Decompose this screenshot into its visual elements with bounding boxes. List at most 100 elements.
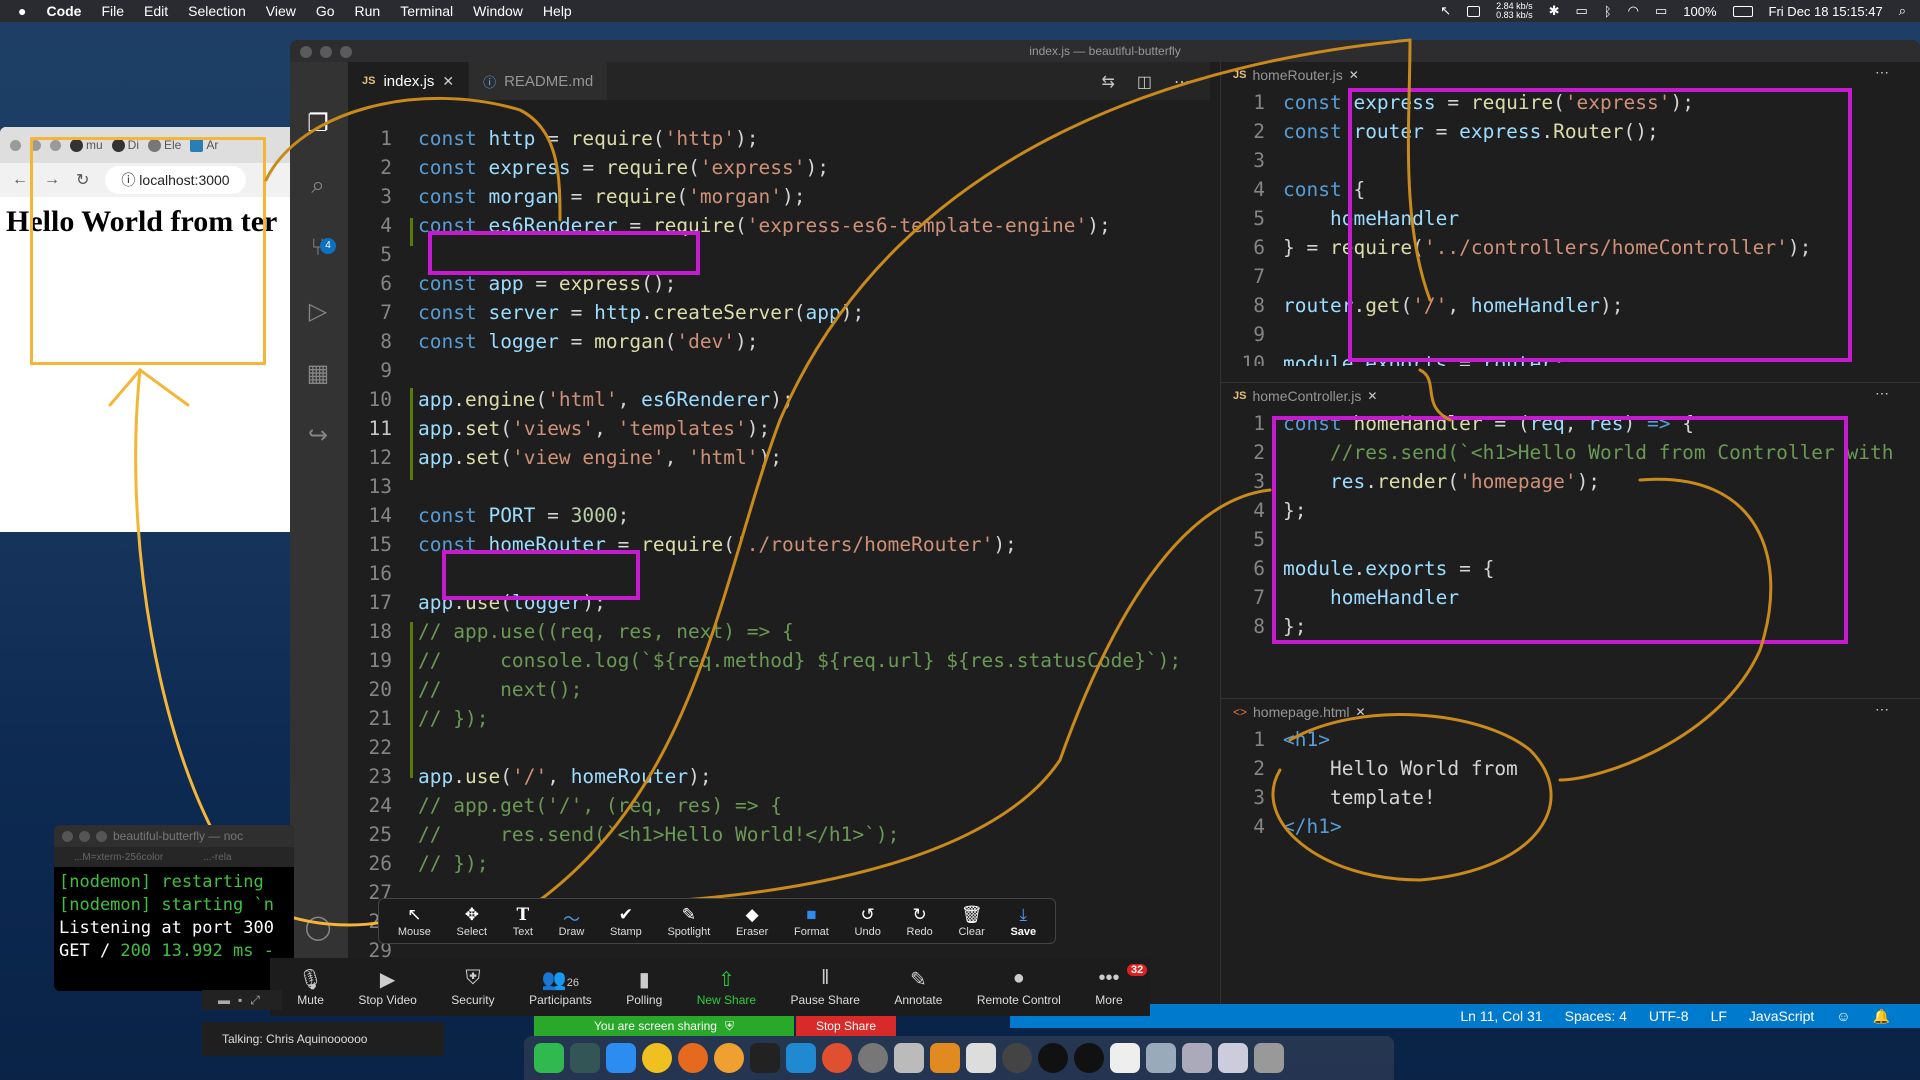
run-debug-icon[interactable]: ▷ [304, 298, 332, 326]
menu-window[interactable]: Window [473, 3, 523, 19]
more-actions-icon[interactable]: ⋯ [1875, 64, 1889, 81]
system-preferences-icon[interactable] [858, 1043, 888, 1073]
cursor-position[interactable]: Ln 11, Col 31 [1460, 1008, 1542, 1024]
extensions-icon[interactable]: ▦ [304, 360, 332, 388]
folder-icon[interactable] [1146, 1043, 1176, 1073]
cursor-icon[interactable]: ↖ [1440, 3, 1451, 19]
close-icon[interactable]: ✕ [1367, 389, 1377, 403]
code-line[interactable]: 7 const server = http.createServer(app); [348, 298, 1210, 327]
piano-app-icon[interactable] [966, 1043, 996, 1073]
menu-edit[interactable]: Edit [144, 3, 168, 19]
more-button[interactable]: ••• More [1095, 967, 1122, 1007]
terminal-tab[interactable]: ...-rela [203, 852, 231, 863]
code-line[interactable]: 9 [348, 356, 1210, 385]
airplay-icon[interactable]: ▭ [1655, 3, 1667, 19]
remote-control-button[interactable]: ● Remote Control [977, 967, 1061, 1007]
annotate-button[interactable]: ✎ Annotate [894, 967, 942, 1007]
notifications-icon[interactable]: 🔔 [1873, 1008, 1890, 1025]
language-mode[interactable]: JavaScript [1749, 1008, 1814, 1024]
terminal-output[interactable]: [nodemon] restarting [nodemon] starting `… [54, 867, 294, 963]
code-line[interactable]: 11 app.set('views', 'templates'); [348, 414, 1210, 443]
tab-index-js[interactable]: JS index.js ✕ [348, 62, 470, 100]
more-actions-icon[interactable]: ⋯ [1174, 72, 1190, 92]
minimize-icon[interactable]: ▬ [218, 993, 230, 1007]
menu-run[interactable]: Run [355, 3, 381, 19]
menu-help[interactable]: Help [543, 3, 572, 19]
code-line[interactable]: 1 const http = require('http'); [348, 124, 1210, 153]
code-line[interactable]: 20 // next(); [348, 675, 1210, 704]
tool-select[interactable]: ✥ Select [457, 905, 488, 938]
battery-percent[interactable]: 100% [1683, 4, 1716, 19]
code-line[interactable]: 14 const PORT = 3000; [348, 501, 1210, 530]
menu-selection[interactable]: Selection [188, 3, 246, 19]
tool-redo[interactable]: ↻ Redo [907, 905, 933, 938]
close-icon[interactable]: ✕ [1356, 705, 1366, 719]
encoding[interactable]: UTF-8 [1649, 1008, 1689, 1024]
code-line[interactable]: 8 const logger = morgan('dev'); [348, 327, 1210, 356]
more-actions-icon[interactable]: ⋯ [1875, 701, 1889, 718]
app-icon[interactable] [1074, 1043, 1104, 1073]
close-window-button[interactable] [300, 46, 312, 58]
line-ending[interactable]: LF [1711, 1008, 1727, 1024]
tool-format[interactable]: ■ Format [794, 905, 829, 938]
code-line[interactable]: 12 app.set('view engine', 'html'); [348, 443, 1210, 472]
bluetooth-icon[interactable]: ᛒ [1604, 4, 1612, 19]
live-share-icon[interactable]: ↪ [304, 422, 332, 450]
zoom-window-button[interactable] [340, 46, 352, 58]
code-homepage-html[interactable]: 1 <h1> 2 Hello World from 3 template! 4 </h1> [1221, 725, 1920, 841]
code-line[interactable]: 18 // app.use((req, res, next) => { [348, 617, 1210, 646]
trash-icon[interactable] [1254, 1043, 1284, 1073]
postman-app-icon[interactable] [822, 1043, 852, 1073]
more-actions-icon[interactable]: ⋯ [1875, 385, 1889, 402]
pause-share-button[interactable]: ‖ Pause Share [791, 967, 860, 1007]
code-line[interactable]: 4 </h1> [1221, 812, 1920, 841]
code-line[interactable]: 23 app.use('/', homeRouter); [348, 762, 1210, 791]
menu-go[interactable]: Go [316, 3, 335, 19]
new-share-button[interactable]: ⇧ New Share [697, 967, 756, 1007]
code-line[interactable]: 26 // }); [348, 849, 1210, 878]
browser-close-dot[interactable] [10, 139, 21, 151]
tool-text[interactable]: T Text [513, 905, 533, 938]
folder-icon[interactable] [1218, 1043, 1248, 1073]
tab-readme-md[interactable]: ⓘ README.md [469, 62, 609, 100]
stop-video-button[interactable]: ▶ Stop Video [358, 967, 417, 1007]
close-icon[interactable]: ✕ [442, 73, 454, 90]
apple-icon[interactable]: ● [18, 3, 26, 19]
vscode-app-icon[interactable] [786, 1043, 816, 1073]
minimize-window-button[interactable] [320, 46, 332, 58]
code-line[interactable]: 21 // }); [348, 704, 1210, 733]
zoom-icon[interactable] [1467, 5, 1481, 17]
activity-monitor-icon[interactable] [570, 1043, 600, 1073]
messages-app-icon[interactable] [534, 1043, 564, 1073]
tool-save[interactable]: ⤓ Save [1010, 905, 1036, 938]
tool-stamp[interactable]: ✔ Stamp [610, 905, 642, 938]
menu-view[interactable]: View [266, 3, 296, 19]
tool-clear[interactable]: 🗑 Clear [958, 905, 984, 938]
tool-mouse[interactable]: ↖ Mouse [398, 905, 431, 938]
app-icon[interactable] [930, 1043, 960, 1073]
calendar-app-icon[interactable] [894, 1043, 924, 1073]
tool-spotlight[interactable]: ✎ Spotlight [667, 905, 710, 938]
terminal-zoom-dot[interactable] [96, 830, 107, 842]
terminal-app-icon[interactable] [750, 1043, 780, 1073]
display-icon[interactable]: ▭ [1576, 3, 1588, 19]
code-line[interactable]: 22 [348, 733, 1210, 762]
feedback-icon[interactable]: ☺ [1836, 1008, 1850, 1024]
terminal-minimize-dot[interactable] [79, 830, 90, 842]
terminal-close-dot[interactable] [62, 830, 73, 842]
code-line[interactable]: 1 <h1> [1221, 725, 1920, 754]
code-line[interactable]: 24 // app.get('/', (req, res) => { [348, 791, 1210, 820]
code-line[interactable]: 3 template! [1221, 783, 1920, 812]
wifi-icon[interactable]: ◠ [1628, 3, 1639, 19]
terminal-tab[interactable]: ...M=xterm-256color [74, 852, 163, 863]
chrome-canary-icon[interactable] [714, 1043, 744, 1073]
accounts-icon[interactable]: ◯ [304, 914, 332, 942]
mute-button[interactable]: 🎙 Mute [297, 967, 324, 1007]
app-icon[interactable] [1002, 1043, 1032, 1073]
tool-undo[interactable]: ↺ Undo [855, 905, 881, 938]
menu-file[interactable]: File [101, 3, 124, 19]
zoom-app-icon[interactable] [606, 1043, 636, 1073]
compare-icon[interactable]: ⇆ [1101, 72, 1114, 92]
expand-icon[interactable]: ⤢ [250, 993, 260, 1008]
tools-icon[interactable]: ✱ [1549, 3, 1560, 19]
